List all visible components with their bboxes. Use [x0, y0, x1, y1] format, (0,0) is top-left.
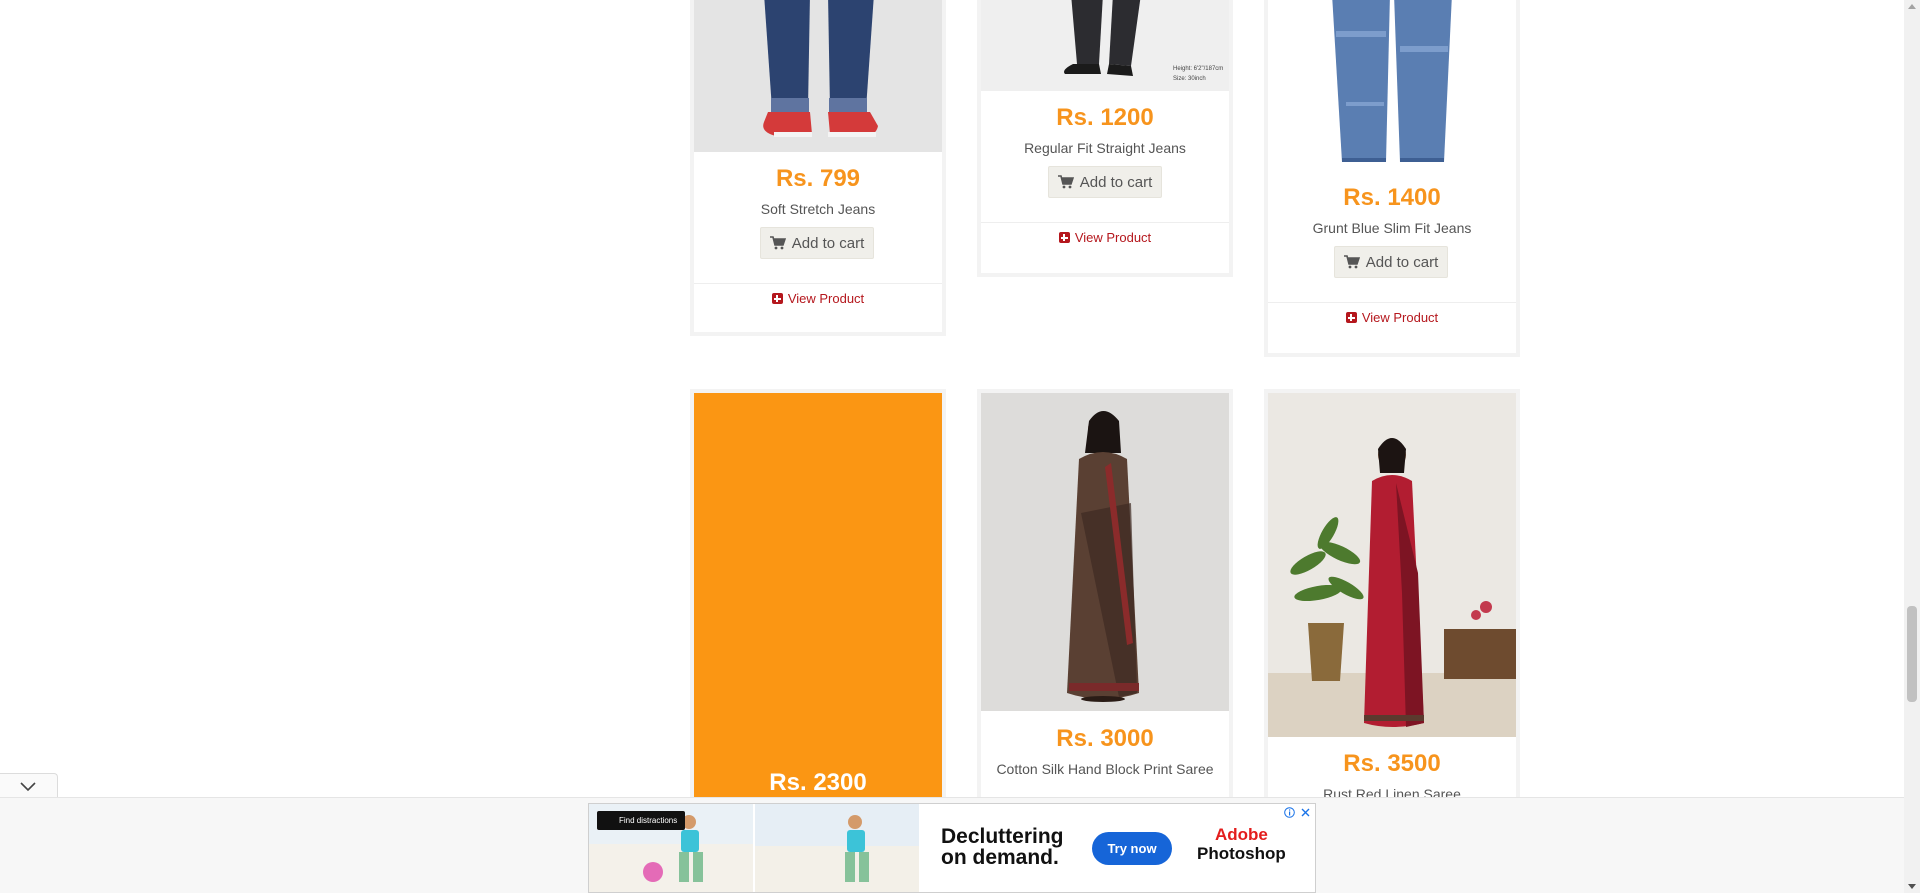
ad-banner[interactable]: Find distractions Decluttering on demand…: [588, 803, 1316, 893]
view-product-link[interactable]: View Product: [981, 230, 1229, 245]
card-divider: [981, 222, 1229, 223]
ad-brand-line2: Photoshop: [1197, 844, 1286, 863]
ad-brand-line1: Adobe: [1214, 825, 1268, 844]
svg-text:Height: 6'2"/187cm: Height: 6'2"/187cm: [1173, 66, 1223, 72]
vertical-scrollbar[interactable]: [1904, 0, 1920, 893]
product-grid-page: Rs. 799 Soft Stretch Jeans Add to cart V…: [0, 0, 1904, 893]
product-image[interactable]: [694, 0, 942, 152]
view-product-link[interactable]: View Product: [694, 291, 942, 306]
product-image[interactable]: [1268, 393, 1516, 737]
product-card: Rs. 3000 Cotton Silk Hand Block Print Sa…: [977, 389, 1233, 809]
scroll-down-arrow[interactable]: [1908, 884, 1916, 889]
add-to-cart-button[interactable]: Add to cart: [760, 227, 874, 259]
view-product-label: View Product: [1074, 230, 1152, 245]
ad-tooltip-label: Find distractions: [619, 816, 678, 825]
add-to-cart-button[interactable]: Add to cart: [1048, 166, 1162, 198]
ad-brand-logo: Adobe Photoshop: [1197, 825, 1286, 863]
product-price: Rs. 3000: [1056, 725, 1154, 752]
scroll-up-arrow[interactable]: [1908, 4, 1916, 9]
cart-icon: [1057, 175, 1074, 189]
product-price: Rs. 1200: [1056, 104, 1154, 131]
plus-square-icon: [771, 293, 783, 304]
ad-headline: Decluttering on demand.: [941, 826, 1064, 868]
product-name: Cotton Silk Hand Block Print Saree: [996, 761, 1214, 777]
product-name: Grunt Blue Slim Fit Jeans: [1312, 220, 1472, 236]
product-image[interactable]: [1268, 0, 1516, 172]
product-price: Rs. 2300: [769, 769, 867, 796]
add-to-cart-label: Add to cart: [791, 234, 865, 252]
product-name: Soft Stretch Jeans: [760, 201, 876, 217]
view-product-label: View Product: [787, 291, 865, 306]
cart-icon: [1343, 255, 1360, 269]
cart-icon: [769, 236, 786, 250]
ad-cta-button[interactable]: Try now: [1092, 832, 1172, 865]
add-to-cart-label: Add to cart: [1079, 173, 1153, 191]
ad-tooltip: Find distractions: [597, 811, 686, 830]
plus-square-icon: [1345, 312, 1357, 323]
product-image-placeholder[interactable]: [694, 393, 942, 813]
ad-info-icon[interactable]: [1284, 807, 1295, 818]
plus-square-icon: [1058, 232, 1070, 243]
product-price: Rs. 1400: [1343, 184, 1441, 211]
product-image[interactable]: [981, 393, 1229, 711]
ad-collapse-toggle[interactable]: [0, 773, 58, 798]
view-product-link[interactable]: View Product: [1268, 310, 1516, 325]
ad-headline-line1: Decluttering: [941, 825, 1064, 848]
product-card: Height: 6'2"/187cm Size: 30inch Rs. 1200…: [977, 0, 1233, 277]
add-to-cart-button[interactable]: Add to cart: [1334, 246, 1448, 278]
view-product-label: View Product: [1361, 310, 1439, 325]
add-to-cart-label: Add to cart: [1365, 253, 1439, 271]
product-price: Rs. 799: [775, 165, 861, 192]
product-card: Rs. 2300: [690, 389, 946, 813]
product-price: Rs. 3500: [1343, 750, 1441, 777]
ad-headline-line2: on demand.: [941, 846, 1059, 869]
product-card: Rs. 799 Soft Stretch Jeans Add to cart V…: [690, 0, 946, 336]
chevron-down-icon: [20, 782, 36, 792]
card-divider: [694, 283, 942, 284]
svg-text:Size: 30inch: Size: 30inch: [1173, 76, 1206, 82]
product-image[interactable]: Height: 6'2"/187cm Size: 30inch: [981, 0, 1229, 91]
card-divider: [1268, 302, 1516, 303]
product-card: Rs. 1400 Grunt Blue Slim Fit Jeans Add t…: [1264, 0, 1520, 357]
product-card: Rs. 3500 Rust Red Linen Saree: [1264, 389, 1520, 809]
close-icon[interactable]: [1300, 807, 1311, 818]
scrollbar-thumb[interactable]: [1907, 606, 1917, 702]
product-name: Regular Fit Straight Jeans: [1024, 140, 1186, 156]
